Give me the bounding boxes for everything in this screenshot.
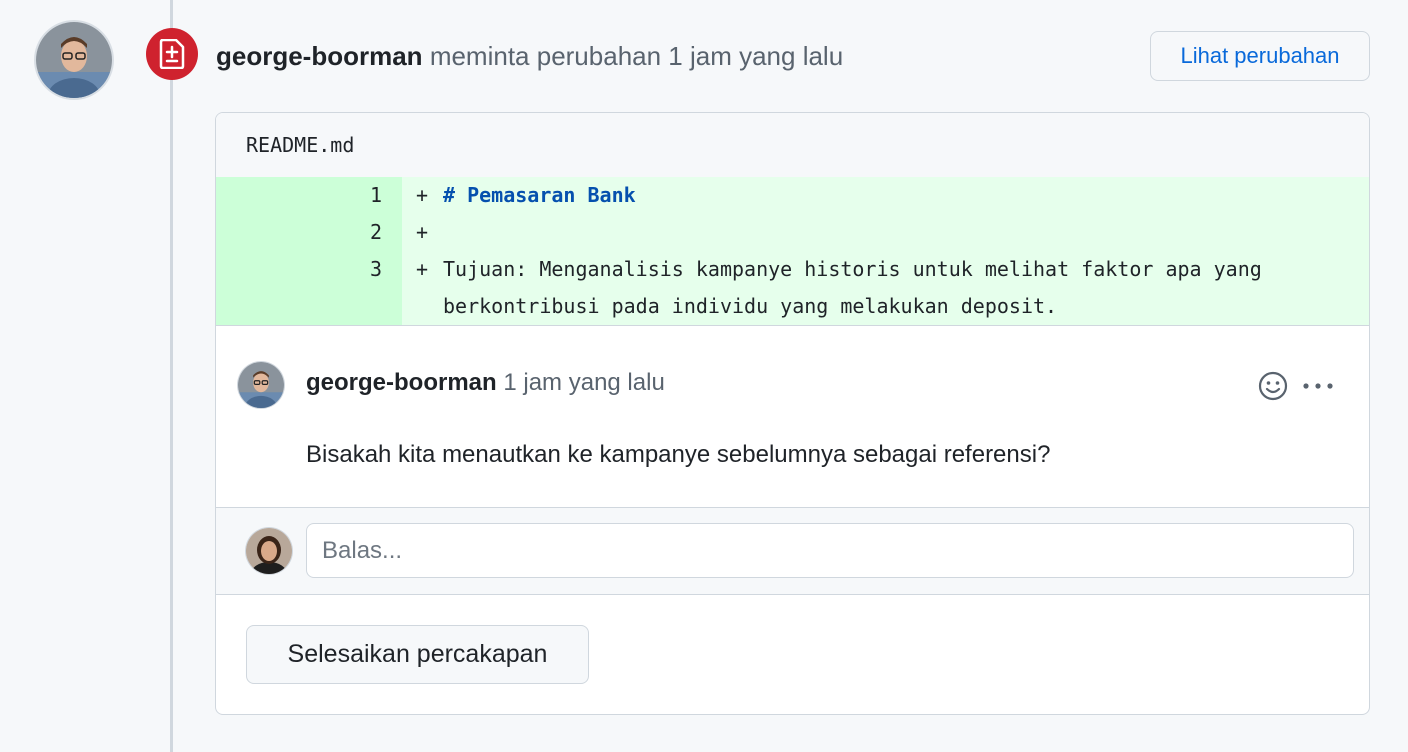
- file-name[interactable]: README.md: [246, 133, 354, 157]
- diff-code-continuation: berkontribusi pada individu yang melakuk…: [443, 294, 1058, 318]
- review-author[interactable]: george-boorman: [216, 41, 423, 71]
- current-user-avatar[interactable]: [246, 528, 292, 574]
- resolve-area: Selesaikan percakapan: [216, 595, 1369, 714]
- diff-code: Tujuan: Menganalisis kampanye historis u…: [443, 257, 1262, 281]
- review-header: george-boorman meminta perubahan 1 jam y…: [216, 40, 843, 72]
- file-header: README.md: [216, 113, 1369, 177]
- diff-code: # Pemasaran Bank: [443, 183, 636, 207]
- line-number[interactable]: 3: [216, 251, 382, 288]
- review-comment: george-boorman 1 jam yang lalu Bisakah k…: [216, 326, 1369, 507]
- diff-line: 1 + # Pemasaran Bank: [216, 177, 1369, 214]
- reply-input[interactable]: [306, 523, 1354, 578]
- line-number[interactable]: 2: [216, 214, 382, 251]
- diff-sign: +: [416, 183, 429, 207]
- file-diff-icon: [146, 28, 198, 80]
- line-number[interactable]: 1: [216, 177, 382, 214]
- comment-header: george-boorman 1 jam yang lalu: [306, 368, 665, 398]
- comment-body: Bisakah kita menautkan ke kampanye sebel…: [306, 441, 1051, 468]
- reply-area: [216, 508, 1369, 595]
- review-action: meminta perubahan 1 jam yang lalu: [429, 41, 844, 71]
- kebab-horizontal-icon[interactable]: [1300, 371, 1336, 401]
- diff-block: 1 + # Pemasaran Bank 2 + 3 + Tujuan: Men…: [216, 177, 1369, 325]
- commenter-avatar[interactable]: [238, 362, 284, 408]
- diff-line: 3 + Tujuan: Menganalisis kampanye histor…: [216, 251, 1369, 288]
- resolve-conversation-button[interactable]: Selesaikan percakapan: [246, 625, 589, 684]
- diff-line-wrap: berkontribusi pada individu yang melakuk…: [216, 288, 1369, 325]
- reviewer-avatar[interactable]: [36, 22, 112, 98]
- comment-time[interactable]: 1 jam yang lalu: [503, 369, 664, 396]
- diff-sign: +: [416, 220, 429, 244]
- comment-author[interactable]: george-boorman: [306, 369, 497, 396]
- diff-sign: +: [416, 257, 429, 281]
- timeline-line: [170, 0, 173, 752]
- diff-line: 2 +: [216, 214, 1369, 251]
- smiley-icon[interactable]: [1258, 371, 1288, 401]
- review-thread-card: README.md 1 + # Pemasaran Bank 2 + 3 + T…: [215, 112, 1370, 715]
- view-changes-button[interactable]: Lihat perubahan: [1150, 31, 1370, 81]
